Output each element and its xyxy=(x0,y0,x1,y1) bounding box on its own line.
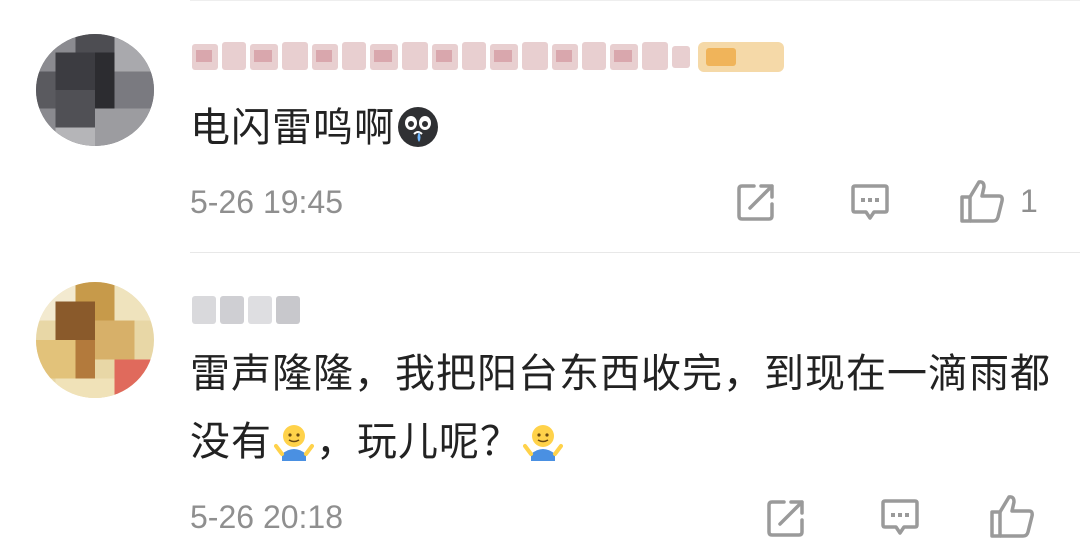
reply-button[interactable] xyxy=(878,497,922,539)
share-button[interactable] xyxy=(764,496,808,540)
reply-button[interactable] xyxy=(848,182,892,224)
comment-text: 电闪雷鸣啊 xyxy=(190,94,441,169)
comment-text-part2: ，玩儿呢？ xyxy=(316,419,521,465)
timestamp: 5-26 20:18 xyxy=(190,499,344,535)
like-count: 1 xyxy=(1020,182,1038,219)
thumbs-up-icon xyxy=(990,495,1034,538)
shrug-icon xyxy=(274,415,314,483)
shrug-icon xyxy=(523,415,563,483)
comment-divider xyxy=(190,252,1080,253)
avatar[interactable] xyxy=(36,34,154,146)
thumbs-up-icon xyxy=(960,180,1004,223)
share-icon xyxy=(767,500,804,537)
comment-icon xyxy=(881,499,919,535)
comment-icon xyxy=(851,184,889,220)
username-blurred[interactable] xyxy=(190,36,790,76)
timestamp: 5-26 19:45 xyxy=(190,184,344,220)
comment-text-content: 电闪雷鸣啊 xyxy=(190,105,395,151)
like-button[interactable] xyxy=(988,492,1036,540)
top-divider xyxy=(190,0,1080,1)
crying-face-icon xyxy=(397,101,439,169)
comment-text: 雷声隆隆，我把阳台东西收完，到现在一滴雨都没有 ，玩儿呢？ xyxy=(190,340,1070,483)
username-blurred[interactable] xyxy=(190,290,302,330)
share-button[interactable] xyxy=(734,180,778,224)
share-icon xyxy=(737,184,774,221)
like-button[interactable]: 1 xyxy=(958,177,1038,225)
avatar[interactable] xyxy=(36,282,154,398)
